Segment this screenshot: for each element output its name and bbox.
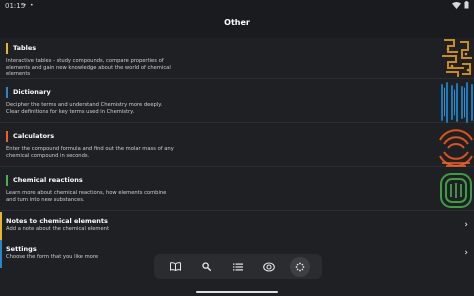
list-icon: [232, 263, 243, 270]
nav-atom-button[interactable]: [259, 257, 279, 277]
calculators-description: Enter the compound formula and find out …: [6, 146, 174, 159]
chemical-reactions-title: Chemical reactions: [13, 176, 83, 184]
notes-description: Add a note about the chemical element: [6, 226, 109, 232]
calculators-accent-bar: [6, 131, 8, 142]
bottom-navigation: [154, 254, 322, 279]
chevron-right-icon: ›: [464, 248, 468, 258]
notification-dot-icon: •: [30, 2, 34, 9]
dictionary-title: Dictionary: [13, 88, 51, 96]
chemical-reactions-description: Learn more about chemical reactions, how…: [6, 190, 167, 203]
status-icons: [452, 1, 469, 9]
chevron-right-icon: ›: [464, 220, 468, 230]
tables-card[interactable]: Tables Interactive tables - study compou…: [0, 38, 474, 79]
settings-description: Choose the form that you like more: [6, 254, 99, 260]
dictionary-accent-bar: [6, 87, 8, 98]
notes-title: Notes to chemical elements: [6, 217, 108, 225]
search-icon: [202, 262, 212, 271]
chemical-reactions-card[interactable]: Chemical reactions Learn more about chem…: [0, 170, 474, 211]
settings-accent-bar: [0, 240, 2, 268]
calculators-pattern-illustration: [438, 126, 474, 167]
calculators-card[interactable]: Calculators Enter the compound formula a…: [0, 126, 474, 167]
more-dots-icon: [295, 262, 305, 271]
notification-dot-icon: •: [23, 2, 27, 9]
nav-more-button[interactable]: [290, 256, 311, 277]
notes-accent-bar: [0, 212, 2, 240]
nav-book-button[interactable]: [166, 257, 186, 277]
book-icon: [170, 262, 182, 271]
tables-title: Tables: [13, 44, 37, 52]
calculators-title: Calculators: [13, 132, 55, 140]
dictionary-description: Decipher the terms and understand Chemis…: [6, 102, 163, 115]
battery-icon: [464, 1, 469, 9]
tables-accent-bar: [6, 43, 8, 54]
tables-pattern-illustration: [438, 38, 474, 79]
page-title: Other: [224, 18, 250, 27]
tables-description: Interactive tables - study compounds, co…: [6, 58, 171, 78]
nav-list-button[interactable]: [228, 257, 248, 277]
reactions-pattern-illustration: [438, 170, 474, 211]
dictionary-card[interactable]: Dictionary Decipher the terms and unders…: [0, 82, 474, 123]
atom-icon: [263, 261, 276, 272]
dictionary-pattern-illustration: [438, 82, 474, 123]
wifi-icon: [452, 1, 461, 9]
notes-to-chemical-elements-row[interactable]: Notes to chemical elements Add a note ab…: [0, 212, 474, 240]
chemical-reactions-accent-bar: [6, 175, 8, 186]
home-indicator[interactable]: [196, 291, 278, 293]
status-bar: 01:15 • •: [0, 0, 474, 13]
settings-title: Settings: [6, 245, 37, 253]
nav-search-button[interactable]: [197, 257, 217, 277]
